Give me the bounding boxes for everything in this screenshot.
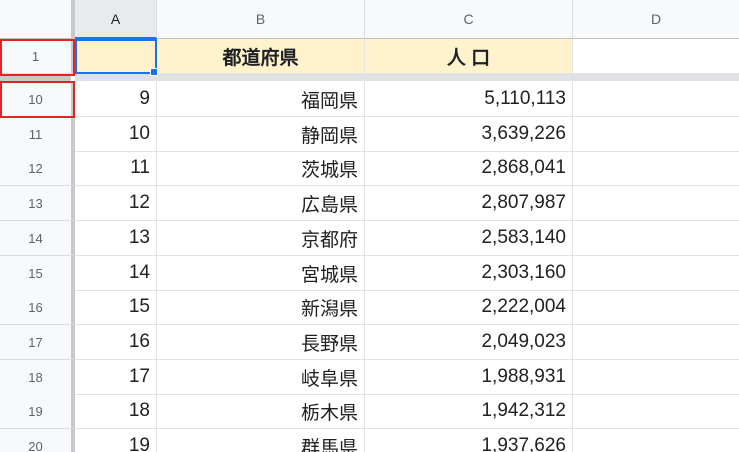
row-header[interactable]: 20 xyxy=(0,429,75,452)
cell-prefecture[interactable]: 京都府 xyxy=(157,221,365,256)
row-header[interactable]: 19 xyxy=(0,394,75,429)
active-cell-outline xyxy=(75,39,157,74)
cell-prefecture[interactable]: 広島県 xyxy=(157,186,365,221)
cell-rank[interactable]: 12 xyxy=(75,186,157,221)
cell-prefecture[interactable]: 新潟県 xyxy=(157,290,365,325)
cell-population[interactable]: 2,222,004 xyxy=(365,290,573,325)
cell-b1-prefecture-header[interactable]: 都道府県 xyxy=(157,39,365,74)
cell-prefecture[interactable]: 岐阜県 xyxy=(157,360,365,395)
cell-empty[interactable] xyxy=(573,256,739,291)
cell-empty[interactable] xyxy=(573,290,739,325)
cell-prefecture[interactable]: 茨城県 xyxy=(157,151,365,186)
cell-population[interactable]: 2,303,160 xyxy=(365,256,573,291)
cell-population[interactable]: 3,639,226 xyxy=(365,117,573,152)
cell-population[interactable]: 2,868,041 xyxy=(365,151,573,186)
cell-rank[interactable]: 11 xyxy=(75,151,157,186)
cell-prefecture[interactable]: 群馬県 xyxy=(157,429,365,452)
cell-prefecture[interactable]: 長野県 xyxy=(157,325,365,360)
cell-empty[interactable] xyxy=(573,221,739,256)
cell-c1-population-header[interactable]: 人 口 xyxy=(365,39,573,74)
cell-empty[interactable] xyxy=(573,429,739,452)
row-header[interactable]: 18 xyxy=(0,360,75,395)
spreadsheet-grid: A B C D 1 都道府県 人 口 10 9 福岡県 5,110,113 11 10 静岡… xyxy=(0,0,739,452)
cell-empty[interactable] xyxy=(573,82,739,117)
cell-d1[interactable] xyxy=(573,39,739,74)
cell-empty[interactable] xyxy=(573,325,739,360)
select-all-corner[interactable] xyxy=(0,0,75,39)
cell-rank[interactable]: 19 xyxy=(75,429,157,452)
row-header-1[interactable]: 1 xyxy=(0,39,75,74)
row-header[interactable]: 12 xyxy=(0,151,75,186)
cell-prefecture[interactable]: 栃木県 xyxy=(157,394,365,429)
frozen-row-divider-header[interactable] xyxy=(0,74,71,81)
cell-rank[interactable]: 18 xyxy=(75,394,157,429)
cell-population[interactable]: 1,937,626 xyxy=(365,429,573,452)
row-header[interactable]: 16 xyxy=(0,290,75,325)
cell-rank[interactable]: 10 xyxy=(75,117,157,152)
cell-population[interactable]: 1,942,312 xyxy=(365,394,573,429)
row-header[interactable]: 10 xyxy=(0,82,75,117)
column-header-b[interactable]: B xyxy=(157,0,365,39)
fill-handle[interactable] xyxy=(150,68,158,76)
cell-rank[interactable]: 17 xyxy=(75,360,157,395)
cell-rank[interactable]: 13 xyxy=(75,221,157,256)
row-header[interactable]: 15 xyxy=(0,256,75,291)
cell-prefecture[interactable]: 宮城県 xyxy=(157,256,365,291)
cell-rank[interactable]: 15 xyxy=(75,290,157,325)
cell-prefecture[interactable]: 静岡県 xyxy=(157,117,365,152)
cell-population[interactable]: 2,583,140 xyxy=(365,221,573,256)
cell-empty[interactable] xyxy=(573,360,739,395)
row-header[interactable]: 17 xyxy=(0,325,75,360)
cell-population[interactable]: 2,049,023 xyxy=(365,325,573,360)
cell-empty[interactable] xyxy=(573,394,739,429)
cell-population[interactable]: 1,988,931 xyxy=(365,360,573,395)
cell-rank[interactable]: 9 xyxy=(75,82,157,117)
cell-prefecture[interactable]: 福岡県 xyxy=(157,82,365,117)
column-header-a[interactable]: A xyxy=(75,0,157,39)
row-header[interactable]: 13 xyxy=(0,186,75,221)
column-header-d[interactable]: D xyxy=(573,0,739,39)
cell-population[interactable]: 2,807,987 xyxy=(365,186,573,221)
row-header[interactable]: 11 xyxy=(0,117,75,152)
cell-empty[interactable] xyxy=(573,151,739,186)
row-header[interactable]: 14 xyxy=(0,221,75,256)
cell-empty[interactable] xyxy=(573,117,739,152)
cell-rank[interactable]: 14 xyxy=(75,256,157,291)
cell-rank[interactable]: 16 xyxy=(75,325,157,360)
frozen-row-divider[interactable] xyxy=(75,74,739,81)
column-header-c[interactable]: C xyxy=(365,0,573,39)
cell-empty[interactable] xyxy=(573,186,739,221)
cell-population[interactable]: 5,110,113 xyxy=(365,82,573,117)
